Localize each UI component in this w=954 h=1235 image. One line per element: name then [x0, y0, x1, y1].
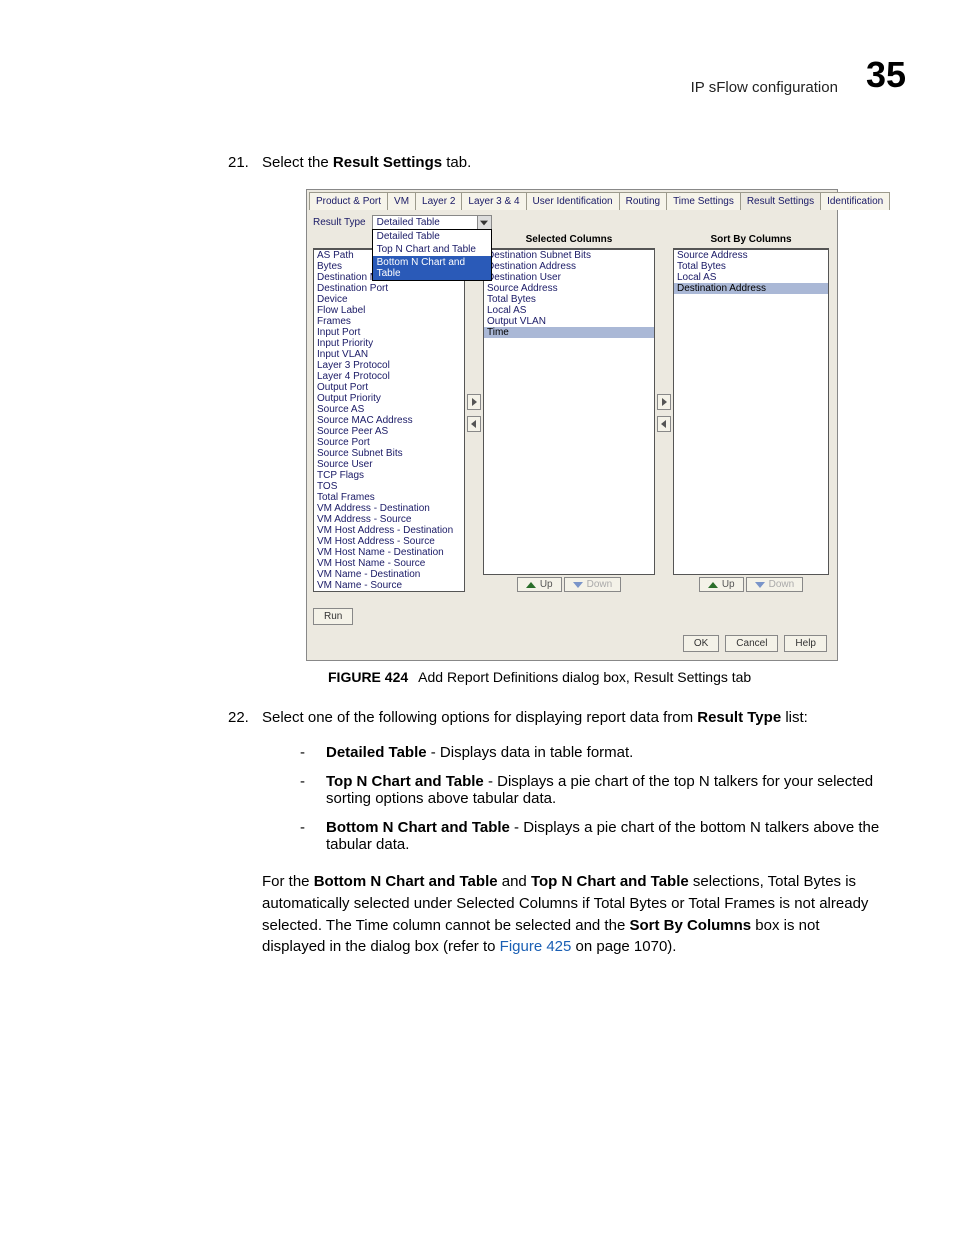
sort-by-columns-list[interactable]: Source AddressTotal BytesLocal ASDestina… [673, 248, 829, 575]
list-item[interactable]: Time [484, 327, 654, 338]
list-item[interactable]: Destination Port [314, 283, 464, 294]
list-item[interactable]: Input VLAN [314, 349, 464, 360]
list-item[interactable]: Source Peer AS [314, 426, 464, 437]
dialog-tabs: Product & PortVMLayer 2Layer 3 & 4User I… [307, 190, 837, 211]
list-item[interactable]: Layer 3 Protocol [314, 360, 464, 371]
list-item[interactable]: Local AS [674, 272, 828, 283]
list-item[interactable]: Source MAC Address [314, 415, 464, 426]
help-button[interactable]: Help [784, 635, 827, 652]
tab-routing[interactable]: Routing [619, 192, 667, 210]
chapter-number: 35 [866, 54, 906, 96]
cancel-button[interactable]: Cancel [725, 635, 778, 652]
result-type-label: Result Type [313, 215, 366, 228]
list-item[interactable]: VM Address - Source [314, 514, 464, 525]
figure-reference-link[interactable]: Figure 425 [500, 938, 572, 955]
list-item[interactable]: Output Port [314, 382, 464, 393]
bullet-list: -Detailed Table - Displays data in table… [300, 744, 906, 853]
available-columns-list[interactable]: AS PathBytesDestination MAC AddressDesti… [313, 248, 465, 592]
list-item[interactable]: Input Port [314, 327, 464, 338]
sort-move-right-button[interactable] [657, 394, 671, 410]
selected-down-button[interactable]: Down [564, 577, 622, 592]
sort-down-button[interactable]: Down [746, 577, 804, 592]
tab-product-port[interactable]: Product & Port [309, 192, 388, 210]
tab-user-identification[interactable]: User Identification [526, 192, 620, 210]
selected-up-button[interactable]: Up [517, 577, 562, 592]
result-type-row: Result Type Detailed Table Detailed Tabl… [313, 215, 831, 230]
tab-layer-2[interactable]: Layer 2 [415, 192, 462, 210]
list-item[interactable]: VM Host Address - Destination [314, 525, 464, 536]
list-item[interactable]: VM Host Address - Source [314, 536, 464, 547]
list-item[interactable]: Flow Label [314, 305, 464, 316]
list-item[interactable]: Source Address [674, 250, 828, 261]
list-item[interactable]: Layer 4 Protocol [314, 371, 464, 382]
result-type-option[interactable]: Detailed Table [373, 230, 491, 243]
list-item[interactable]: Total Bytes [674, 261, 828, 272]
dialog-result-settings: Product & PortVMLayer 2Layer 3 & 4User I… [306, 189, 838, 661]
result-type-select[interactable]: Detailed Table [372, 215, 492, 230]
tab-identification[interactable]: Identification [820, 192, 890, 210]
list-item[interactable]: Source AS [314, 404, 464, 415]
list-item[interactable]: TOS [314, 481, 464, 492]
list-item[interactable]: Destination Address [674, 283, 828, 294]
list-item[interactable]: Source Subnet Bits [314, 448, 464, 459]
ok-button[interactable]: OK [683, 635, 719, 652]
section-title: IP sFlow configuration [691, 79, 838, 96]
list-item[interactable]: VM Name - Destination [314, 569, 464, 580]
move-right-button[interactable] [467, 394, 481, 410]
list-item[interactable]: Destination Address [484, 261, 654, 272]
sort-move-left-button[interactable] [657, 416, 671, 432]
list-item[interactable]: Destination User [484, 272, 654, 283]
page-header: IP sFlow configuration 35 [48, 54, 906, 96]
tab-result-settings[interactable]: Result Settings [740, 192, 821, 210]
selected-columns-header: Selected Columns [483, 234, 655, 246]
list-item[interactable]: Output VLAN [484, 316, 654, 327]
figure-caption: FIGURE 424Add Report Definitions dialog … [328, 669, 906, 685]
run-button[interactable]: Run [313, 608, 353, 625]
step-22: 22. Select one of the following options … [228, 709, 906, 726]
list-item[interactable]: Device [314, 294, 464, 305]
list-item[interactable]: Destination Subnet Bits [484, 250, 654, 261]
list-item[interactable]: VM Address - Destination [314, 503, 464, 514]
move-left-button[interactable] [467, 416, 481, 432]
step-21: 21. Select the Result Settings tab. [228, 154, 906, 171]
result-type-option[interactable]: Top N Chart and Table [373, 243, 491, 256]
list-item[interactable]: Source Port [314, 437, 464, 448]
list-item[interactable]: VM Name - Source [314, 580, 464, 591]
selected-columns-list[interactable]: Destination Subnet BitsDestination Addre… [483, 248, 655, 575]
list-item[interactable]: Frames [314, 316, 464, 327]
list-item[interactable]: Total Bytes [484, 294, 654, 305]
result-type-dropdown[interactable]: Detailed TableTop N Chart and TableBotto… [372, 229, 492, 281]
list-item[interactable]: VM Host Name - Destination [314, 547, 464, 558]
sort-by-header: Sort By Columns [673, 234, 829, 246]
sort-up-button[interactable]: Up [699, 577, 744, 592]
list-item[interactable]: Source User [314, 459, 464, 470]
list-item[interactable]: VM Host Name - Source [314, 558, 464, 569]
list-item[interactable]: TCP Flags [314, 470, 464, 481]
list-item[interactable]: Output Priority [314, 393, 464, 404]
list-item[interactable]: Source Address [484, 283, 654, 294]
explanatory-paragraph: For the Bottom N Chart and Table and Top… [262, 871, 876, 958]
tab-vm[interactable]: VM [387, 192, 416, 210]
list-item[interactable]: Local AS [484, 305, 654, 316]
tab-time-settings[interactable]: Time Settings [666, 192, 741, 210]
tab-layer-3-4[interactable]: Layer 3 & 4 [461, 192, 526, 210]
list-item[interactable]: Input Priority [314, 338, 464, 349]
chevron-down-icon[interactable] [477, 216, 491, 229]
result-type-option[interactable]: Bottom N Chart and Table [373, 256, 491, 280]
list-item[interactable]: Total Frames [314, 492, 464, 503]
